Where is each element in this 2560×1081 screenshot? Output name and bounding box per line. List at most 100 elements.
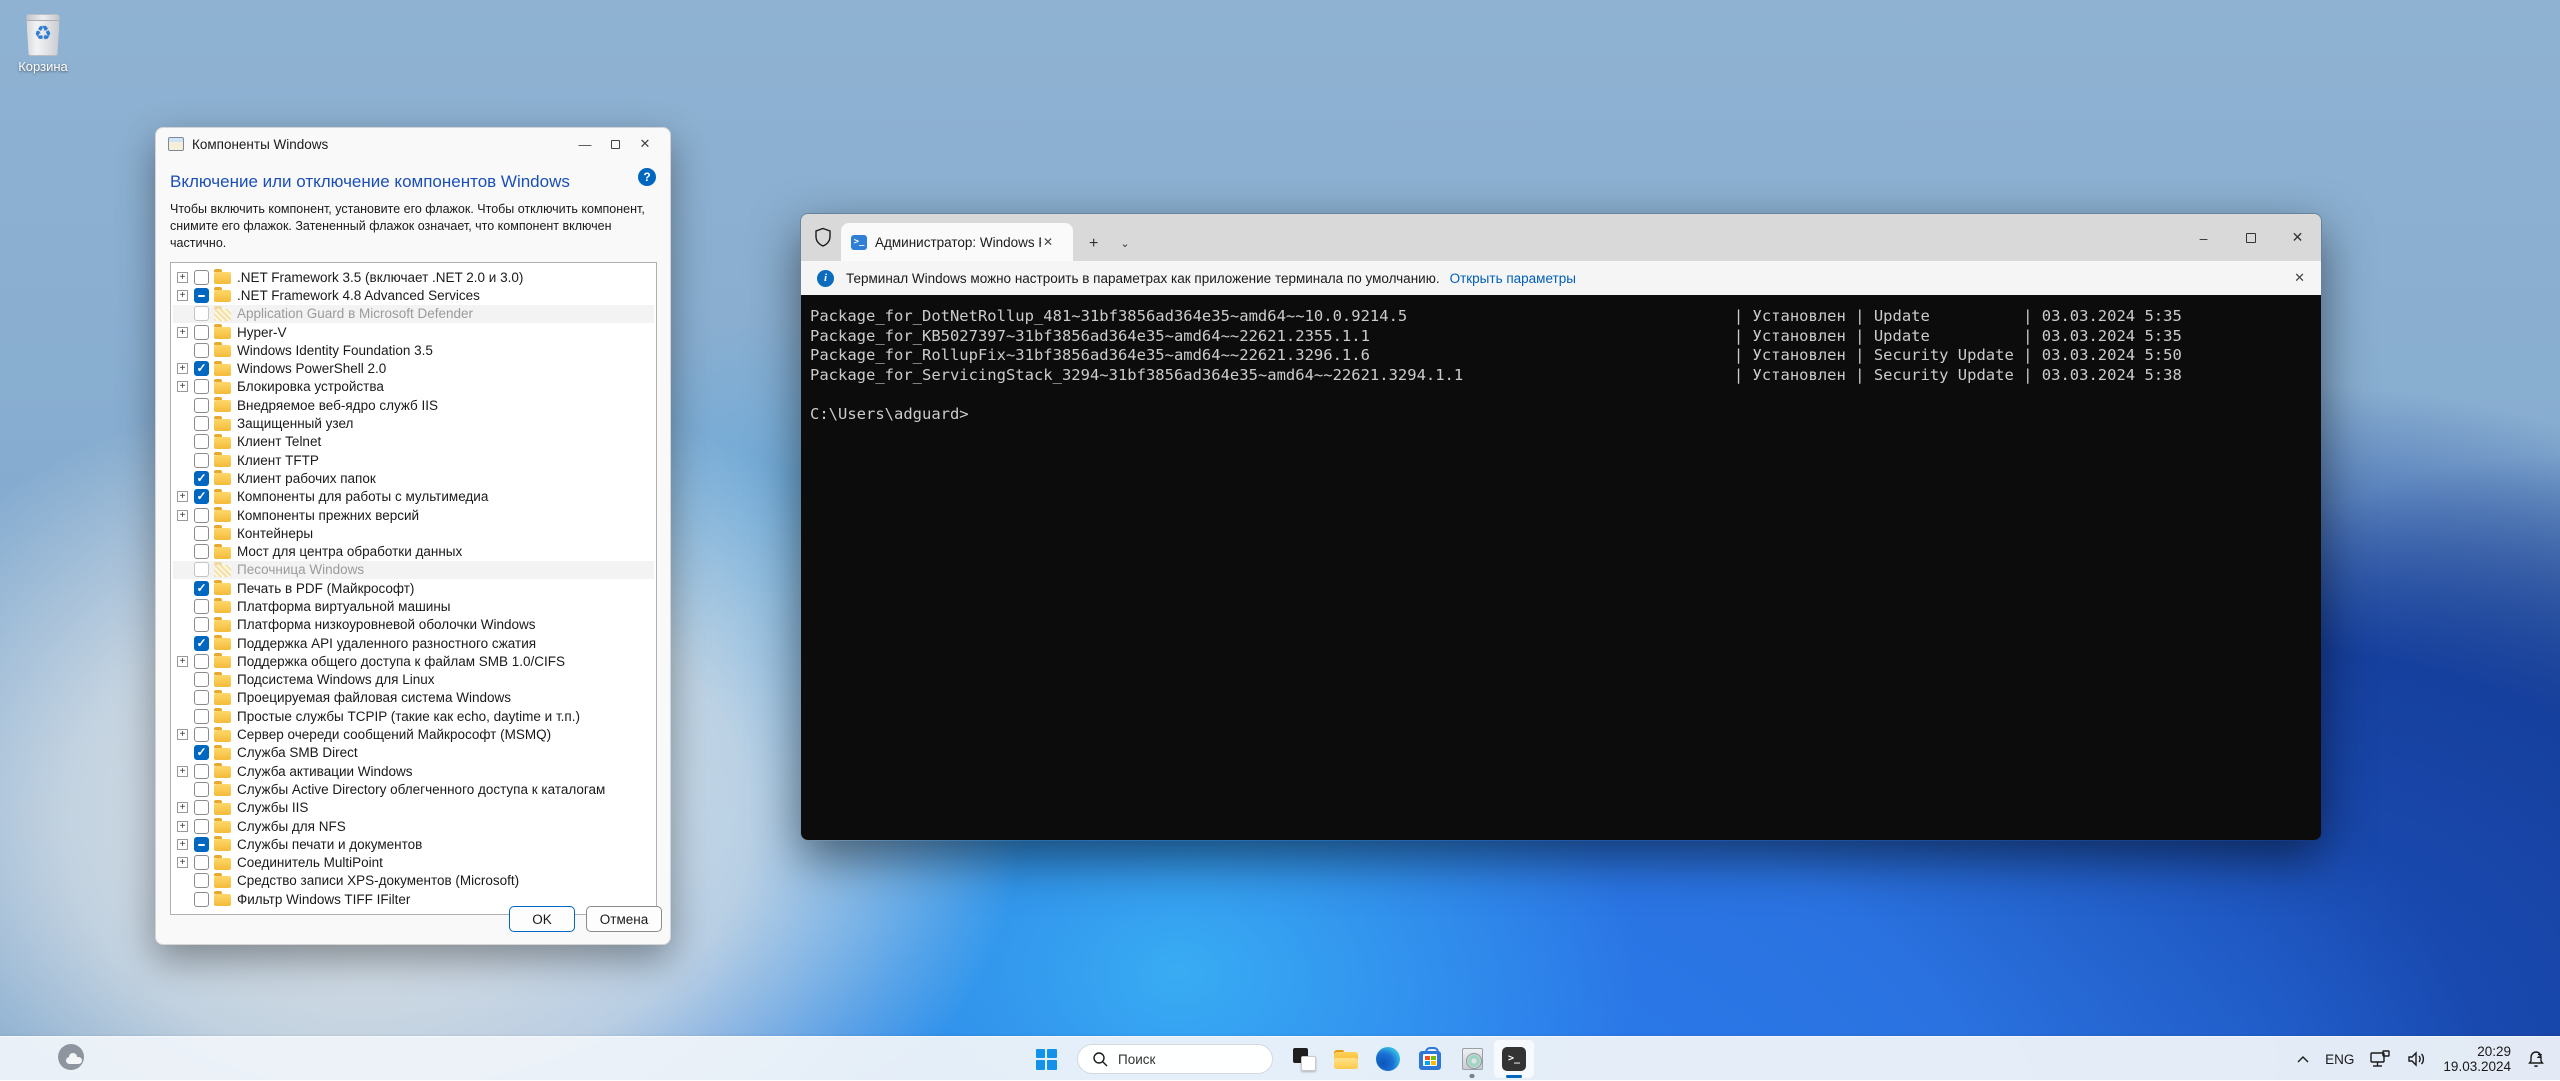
tree-item[interactable]: Служба SMB Direct [173, 744, 654, 762]
tree-item[interactable]: +Соединитель MultiPoint [173, 854, 654, 872]
checkbox[interactable] [194, 764, 209, 779]
notification-bell-icon[interactable] [2526, 1049, 2546, 1069]
checkbox[interactable] [194, 270, 209, 285]
checkbox[interactable] [194, 672, 209, 687]
tab-close-icon[interactable]: ✕ [1043, 235, 1053, 249]
checkbox[interactable] [194, 800, 209, 815]
language-indicator[interactable]: ENG [2325, 1052, 2354, 1067]
checkbox[interactable] [194, 690, 209, 705]
checkbox[interactable] [194, 361, 209, 376]
checkbox[interactable] [194, 873, 209, 888]
checkbox[interactable] [194, 379, 209, 394]
tree-item[interactable]: Простые службы TCPIP (такие как echo, da… [173, 707, 654, 725]
expand-icon[interactable]: + [177, 491, 188, 502]
tree-item[interactable]: +Службы для NFS [173, 817, 654, 835]
tree-item[interactable]: Службы Active Directory облегченного дос… [173, 780, 654, 798]
tree-item[interactable]: +Поддержка общего доступа к файлам SMB 1… [173, 652, 654, 670]
features-tree[interactable]: +.NET Framework 3.5 (включает .NET 2.0 и… [170, 262, 657, 915]
help-icon[interactable]: ? [638, 168, 656, 186]
checkbox[interactable] [194, 782, 209, 797]
tree-item[interactable]: +Hyper-V [173, 323, 654, 341]
checkbox[interactable] [194, 892, 209, 907]
tree-item[interactable]: Application Guard в Microsoft Defender [173, 305, 654, 323]
expand-icon[interactable]: + [177, 327, 188, 338]
ok-button[interactable]: OK [509, 906, 575, 932]
tree-item[interactable]: Платформа низкоуровневой оболочки Window… [173, 616, 654, 634]
checkbox[interactable] [194, 508, 209, 523]
dialog-maximize-button[interactable] [600, 137, 630, 152]
tree-item[interactable]: +Windows PowerShell 2.0 [173, 359, 654, 377]
banner-close-icon[interactable]: ✕ [2294, 270, 2305, 286]
expand-icon[interactable]: + [177, 381, 188, 392]
volume-icon[interactable] [2406, 1050, 2428, 1068]
tree-item[interactable]: Клиент TFTP [173, 451, 654, 469]
tree-item[interactable]: Проецируемая файловая система Windows [173, 689, 654, 707]
expand-icon[interactable]: + [177, 510, 188, 521]
tree-item[interactable]: Контейнеры [173, 524, 654, 542]
widgets-weather-icon[interactable] [58, 1044, 88, 1074]
tree-item[interactable]: Платформа виртуальной машины [173, 597, 654, 615]
terminal-tabbar[interactable]: >_ Администратор: Windows Po ✕ + ⌄ – ✕ [801, 214, 2321, 261]
checkbox[interactable] [194, 325, 209, 340]
checkbox[interactable] [194, 489, 209, 504]
tree-item[interactable]: +Компоненты прежних версий [173, 506, 654, 524]
terminal-maximize-button[interactable] [2227, 214, 2274, 261]
expand-icon[interactable]: + [177, 766, 188, 777]
tree-item[interactable]: Защищенный узел [173, 414, 654, 432]
checkbox[interactable] [194, 654, 209, 669]
file-explorer-button[interactable] [1325, 1039, 1367, 1079]
expand-icon[interactable]: + [177, 857, 188, 868]
tree-item[interactable]: +Службы IIS [173, 799, 654, 817]
tree-item[interactable]: +Компоненты для работы с мультимедиа [173, 488, 654, 506]
dialog-minimize-button[interactable]: — [570, 137, 600, 152]
tree-item[interactable]: Клиент Telnet [173, 433, 654, 451]
dialog-close-button[interactable]: ✕ [630, 136, 660, 152]
checkbox[interactable] [194, 526, 209, 541]
checkbox[interactable] [194, 599, 209, 614]
expand-icon[interactable]: + [177, 729, 188, 740]
expand-icon[interactable]: + [177, 290, 188, 301]
network-icon[interactable] [2369, 1050, 2391, 1069]
cancel-button[interactable]: Отмена [586, 906, 662, 932]
checkbox[interactable] [194, 855, 209, 870]
tree-item[interactable]: Средство записи XPS-документов (Microsof… [173, 872, 654, 890]
checkbox[interactable] [194, 745, 209, 760]
tab-dropdown-icon[interactable]: ⌄ [1120, 237, 1129, 250]
dialog-titlebar[interactable]: Компоненты Windows — ✕ [156, 128, 670, 160]
tree-item[interactable]: Клиент рабочих папок [173, 469, 654, 487]
tree-item[interactable]: +.NET Framework 3.5 (включает .NET 2.0 и… [173, 268, 654, 286]
expand-icon[interactable]: + [177, 821, 188, 832]
tree-item[interactable]: Внедряемое веб-ядро служб IIS [173, 396, 654, 414]
store-button[interactable] [1409, 1039, 1451, 1079]
tree-item[interactable]: +Сервер очереди сообщений Майкрософт (MS… [173, 725, 654, 743]
open-settings-link[interactable]: Открыть параметры [1450, 271, 1576, 286]
tree-item[interactable]: +.NET Framework 4.8 Advanced Services [173, 286, 654, 304]
checkbox[interactable] [194, 562, 209, 577]
checkbox[interactable] [194, 306, 209, 321]
windows-features-taskbar-button[interactable] [1451, 1039, 1493, 1079]
expand-icon[interactable]: + [177, 363, 188, 374]
tray-chevron-icon[interactable] [2296, 1055, 2310, 1064]
tree-item[interactable]: Подсистема Windows для Linux [173, 671, 654, 689]
checkbox[interactable] [194, 636, 209, 651]
checkbox[interactable] [194, 288, 209, 303]
checkbox[interactable] [194, 398, 209, 413]
recycle-bin[interactable]: ♻ Корзина [12, 14, 74, 74]
expand-icon[interactable]: + [177, 802, 188, 813]
checkbox[interactable] [194, 709, 209, 724]
terminal-close-button[interactable]: ✕ [2274, 214, 2321, 261]
checkbox[interactable] [194, 434, 209, 449]
task-view-button[interactable] [1283, 1039, 1325, 1079]
terminal-tab[interactable]: >_ Администратор: Windows Po ✕ [841, 223, 1073, 261]
search-box[interactable]: Поиск [1077, 1044, 1273, 1074]
tree-item[interactable]: Песочница Windows [173, 561, 654, 579]
clock[interactable]: 20:29 19.03.2024 [2443, 1044, 2511, 1075]
checkbox[interactable] [194, 837, 209, 852]
checkbox[interactable] [194, 416, 209, 431]
checkbox[interactable] [194, 343, 209, 358]
tree-item[interactable]: +Службы печати и документов [173, 835, 654, 853]
checkbox[interactable] [194, 453, 209, 468]
edge-button[interactable] [1367, 1039, 1409, 1079]
checkbox[interactable] [194, 471, 209, 486]
new-tab-button[interactable]: + [1089, 236, 1098, 252]
